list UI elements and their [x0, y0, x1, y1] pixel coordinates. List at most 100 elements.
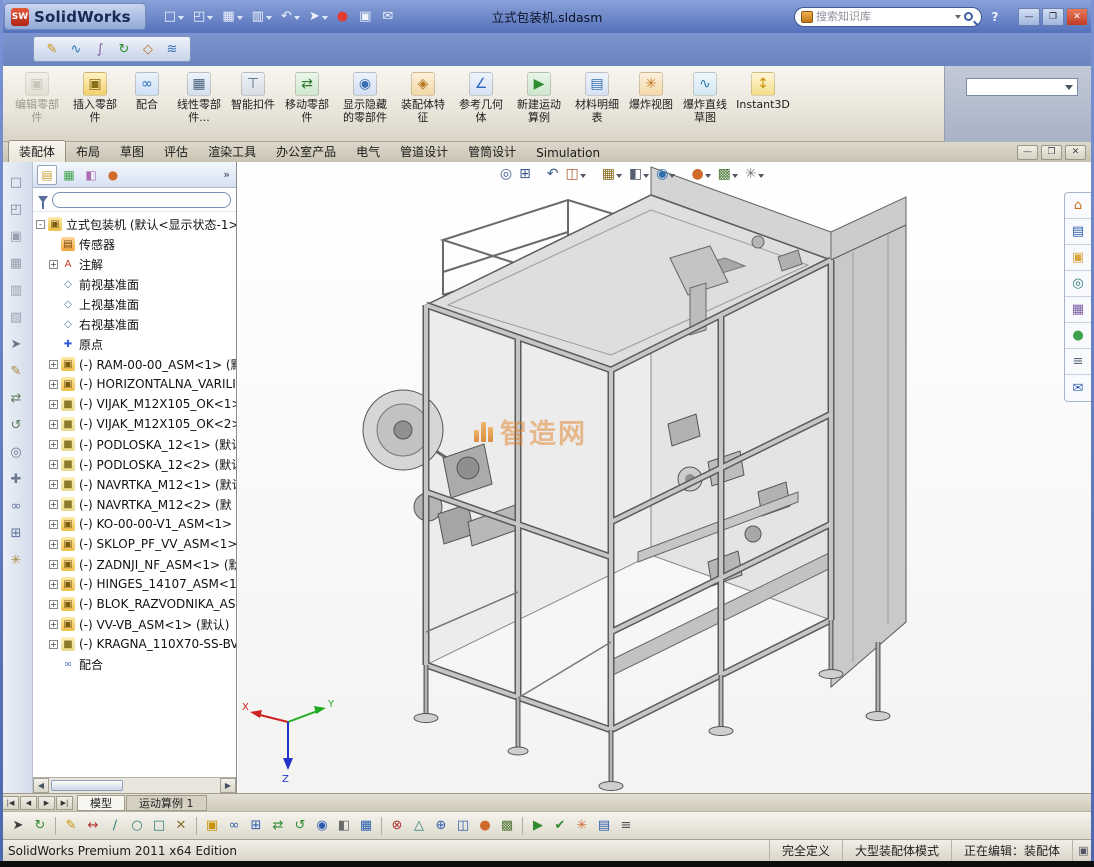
command-tab[interactable]: 草图 — [110, 141, 154, 162]
rotate-view-icon[interactable]: ↻ — [114, 39, 134, 59]
command-combo-box[interactable] — [966, 78, 1078, 96]
new-motion-study-button[interactable]: ▶ 新建运动算例 — [510, 69, 568, 139]
toolbox-icon[interactable]: ▣ — [355, 6, 375, 28]
toolbar-separator[interactable] — [381, 817, 382, 835]
panel-expand-chevron-icon[interactable]: » — [223, 168, 232, 181]
toolbar-separator[interactable] — [196, 817, 197, 835]
mate-button[interactable]: ∞ 配合 — [124, 69, 170, 139]
command-tab[interactable]: 装配体 — [8, 140, 66, 162]
tree-item[interactable]: + ■ (-) PODLOSKA_12<1> (默认 — [33, 434, 236, 454]
rebuild-icon[interactable]: ↻ — [30, 815, 50, 837]
scroll-left-icon[interactable]: ◀ — [33, 778, 49, 793]
featuremanager-tab-icon[interactable]: ▤ — [37, 165, 57, 185]
tree-item[interactable]: + ■ (-) NAVRTKA_M12<2> (默 — [33, 494, 236, 514]
tree-item[interactable]: + ■ (-) PODLOSKA_12<2> (默认 — [33, 454, 236, 474]
scene-icon[interactable]: ▩ — [497, 815, 517, 837]
plane-icon[interactable]: ◇ — [138, 39, 158, 59]
next-tab-button[interactable]: ▶ — [38, 796, 55, 810]
print-doc-icon[interactable]: ▧ — [4, 305, 28, 329]
design-library-icon[interactable]: ▤ — [1065, 219, 1091, 245]
command-tab[interactable]: Simulation — [526, 144, 610, 162]
pattern-tool-icon[interactable]: ⊞ — [4, 521, 28, 545]
mate-tool-icon[interactable]: ∞ — [4, 494, 28, 518]
minimize-button[interactable]: — — [1018, 8, 1040, 26]
configurationmanager-tab-icon[interactable]: ◧ — [81, 165, 101, 185]
toolbar-separator[interactable] — [522, 817, 523, 835]
tree-item[interactable]: + ■ (-) KRAGNA_110X70-SS-BV — [33, 634, 236, 654]
command-tab[interactable]: 电气 — [346, 141, 390, 162]
motion-study-icon[interactable]: ▶ — [528, 815, 548, 837]
smart-dimension-icon[interactable]: ↔ — [83, 815, 103, 837]
hide-show-items-icon[interactable]: ◉ — [656, 166, 675, 182]
display-style-icon[interactable]: ◧ — [629, 166, 649, 182]
tree-item[interactable]: + ▣ (-) BLOK_RAZVODNIKA_AS — [33, 594, 236, 614]
trim-icon[interactable]: ✕ — [171, 815, 191, 837]
open-document-icon[interactable]: ◰ — [189, 6, 215, 28]
first-tab-button[interactable]: |◀ — [2, 796, 19, 810]
tree-item[interactable]: + ▣ (-) ZADNJI_NF_ASM<1> (默 — [33, 554, 236, 574]
print-icon[interactable]: ▥ — [248, 6, 274, 28]
search-input[interactable] — [816, 11, 952, 23]
tree-item[interactable]: + A 注解 — [33, 254, 236, 274]
tree-item[interactable]: ◇ 右视基准面 — [33, 314, 236, 334]
move-component-icon[interactable]: ⇄ — [268, 815, 288, 837]
tree-expander-icon[interactable]: + — [49, 640, 58, 649]
tree-item[interactable]: + ■ (-) NAVRTKA_M12<1> (默认 — [33, 474, 236, 494]
circle-icon[interactable]: ○ — [127, 815, 147, 837]
command-tab[interactable]: 渲染工具 — [198, 141, 266, 162]
scroll-right-icon[interactable]: ▶ — [220, 778, 236, 793]
drawing-doc-icon[interactable]: ▥ — [4, 278, 28, 302]
edit-component-icon[interactable]: ▦ — [356, 815, 376, 837]
model-tab[interactable]: 运动算例 1 — [126, 795, 207, 811]
propertymanager-tab-icon[interactable]: ▦ — [59, 165, 79, 185]
command-tab[interactable]: 管筒设计 — [458, 141, 526, 162]
spline-icon[interactable]: ∿ — [66, 39, 86, 59]
sketch-icon[interactable]: ✎ — [61, 815, 81, 837]
options-icon[interactable]: ≡ — [616, 815, 636, 837]
move-tool-icon[interactable]: ⇄ — [4, 386, 28, 410]
assembly-doc-icon[interactable]: ▦ — [4, 251, 28, 275]
rotate-tool-icon[interactable]: ↺ — [4, 413, 28, 437]
model-tab[interactable]: 模型 — [77, 795, 125, 811]
doc-restore-button[interactable]: ❐ — [1041, 145, 1062, 160]
tree-expander-icon[interactable]: + — [49, 500, 58, 509]
tree-item[interactable]: + ▣ (-) HINGES_14107_ASM<1 — [33, 574, 236, 594]
appearances-icon[interactable]: ● — [1065, 323, 1091, 349]
command-tab[interactable]: 布局 — [66, 141, 110, 162]
help-button[interactable]: ? — [986, 8, 1004, 26]
zoom-tool-icon[interactable]: ◎ — [4, 440, 28, 464]
tree-expander-icon[interactable]: + — [49, 420, 58, 429]
command-tab[interactable]: 管道设计 — [390, 141, 458, 162]
filter-icon[interactable] — [38, 196, 48, 203]
tree-item[interactable]: + ▣ (-) SKLOP_PF_VV_ASM<1> — [33, 534, 236, 554]
exploded-view-button[interactable]: ✳ 爆炸视图 — [626, 69, 676, 139]
move-component-button[interactable]: ⇄ 移动零部件 — [278, 69, 336, 139]
select-icon[interactable]: ➤ — [8, 815, 28, 837]
sketch-tool-icon[interactable]: ✎ — [4, 359, 28, 383]
search-box[interactable] — [794, 7, 982, 27]
tree-expander-icon[interactable]: + — [49, 620, 58, 629]
rotate-component-icon[interactable]: ↺ — [290, 815, 310, 837]
tree-item[interactable]: ✚ 原点 — [33, 334, 236, 354]
new-part-icon[interactable]: □ — [4, 170, 28, 194]
tree-expander-icon[interactable]: + — [49, 440, 58, 449]
tree-expander-icon[interactable]: + — [49, 560, 58, 569]
tree-item[interactable]: + ■ (-) VIJAK_M12X105_OK<1> — [33, 394, 236, 414]
tree-item[interactable]: - ▣ 立式包装机 (默认<显示状态-1>) — [33, 214, 236, 234]
reference-geometry-button[interactable]: ∠ 参考几何体 — [452, 69, 510, 139]
view-orientation-icon[interactable]: ▦ — [602, 166, 622, 182]
appearance-icon[interactable]: ● — [475, 815, 495, 837]
report-icon[interactable]: ✉ — [378, 6, 397, 28]
search-icon[interactable] — [964, 12, 973, 21]
edit-component-button[interactable]: ▣ 编辑零部件 — [8, 69, 66, 139]
tree-expander-icon[interactable]: + — [49, 480, 58, 489]
tree-item[interactable]: ∞ 配合 — [33, 654, 236, 674]
simulation-icon[interactable]: ✔ — [550, 815, 570, 837]
tree-filter-input[interactable] — [52, 192, 231, 208]
prev-tab-button[interactable]: ◀ — [20, 796, 37, 810]
close-button[interactable]: ✕ — [1066, 8, 1088, 26]
displaymanager-tab-icon[interactable]: ● — [103, 165, 123, 185]
save-icon[interactable]: ▦ — [218, 6, 244, 28]
select-arrow-icon[interactable]: ➤ — [305, 6, 330, 28]
tree-expander-icon[interactable]: + — [49, 380, 58, 389]
